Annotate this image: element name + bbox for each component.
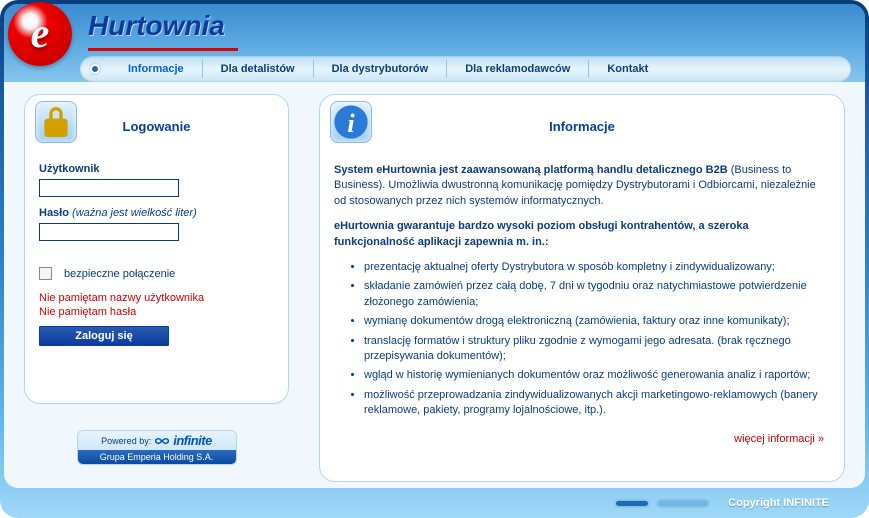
login-button[interactable]: Zaloguj się — [39, 326, 169, 346]
password-label: Hasło (ważna jest wielkość liter) — [39, 207, 274, 219]
logo: e — [8, 2, 72, 66]
info-title: Informacje — [320, 119, 844, 134]
password-label-text: Hasło — [39, 207, 69, 219]
username-label: Użytkownik — [39, 163, 274, 175]
info-panel: i Informacje System eHurtownia jest zaaw… — [319, 94, 845, 482]
info-bullet: składanie zamówień przez całą dobę, 7 dn… — [364, 279, 824, 310]
nav-item-detalistow[interactable]: Dla detalistów — [203, 63, 313, 75]
logo-letter: e — [31, 10, 50, 58]
login-title: Logowanie — [25, 119, 288, 134]
secure-connection-label: bezpieczne połączenie — [64, 268, 175, 280]
password-input[interactable] — [39, 223, 179, 241]
username-input[interactable] — [39, 179, 179, 197]
info-paragraph-2: eHurtownia gwarantuje bardzo wysoki pozi… — [334, 219, 824, 250]
powered-by-brand: infinite — [173, 433, 212, 448]
logo-circle: e — [8, 2, 72, 66]
login-form: Użytkownik Hasło (ważna jest wielkość li… — [39, 163, 274, 346]
info-paragraph-1: System eHurtownia jest zaawansowaną plat… — [334, 163, 824, 209]
nav-item-reklamodawcow[interactable]: Dla reklamodawców — [447, 63, 588, 75]
powered-by-company: Grupa Emperia Holding S.A. — [78, 450, 236, 464]
brand-underline — [88, 48, 238, 51]
nav-item-informacje[interactable]: Informacje — [110, 63, 202, 75]
brand-title: Hurtownia — [88, 10, 225, 42]
info-bullet: wgląd w historię wymienianych dokumentów… — [364, 368, 824, 383]
infinite-icon — [155, 436, 169, 446]
info-bullet: możliwość przeprowadzania zindywidualizo… — [364, 388, 824, 419]
more-info-link[interactable]: więcej informacji » — [334, 432, 824, 447]
powered-by-top: Powered by: infinite — [78, 431, 236, 450]
footer-decoration — [616, 501, 648, 506]
nav-item-dystrybutorow[interactable]: Dla dystrybutorów — [314, 63, 447, 75]
content-area: Logowanie Użytkownik Hasło (ważna jest w… — [24, 94, 845, 476]
forgot-username-link[interactable]: Nie pamiętam nazwy użytkownika — [39, 292, 274, 304]
login-column: Logowanie Użytkownik Hasło (ważna jest w… — [24, 94, 289, 476]
secure-connection-checkbox[interactable] — [39, 267, 52, 280]
powered-by-prefix: Powered by: — [101, 436, 151, 446]
copyright-text: Copyright INFINITE — [728, 497, 829, 509]
content-background: e Hurtownia Informacje Dla detalistów Dl… — [4, 4, 865, 488]
login-panel: Logowanie Użytkownik Hasło (ważna jest w… — [24, 94, 289, 404]
password-hint: (ważna jest wielkość liter) — [72, 207, 197, 219]
app-frame: e Hurtownia Informacje Dla detalistów Dl… — [0, 0, 869, 518]
nav-bar: Informacje Dla detalistów Dla dystrybuto… — [80, 56, 851, 82]
secure-connection-row: bezpieczne połączenie — [39, 267, 274, 280]
nav-item-kontakt[interactable]: Kontakt — [589, 63, 666, 75]
info-bullet: prezentację aktualnej oferty Dystrybutor… — [364, 260, 824, 275]
powered-by-badge[interactable]: Powered by: infinite Grupa Emperia Holdi… — [77, 430, 237, 465]
footer-decoration — [658, 501, 708, 506]
forgot-password-link[interactable]: Nie pamiętam hasła — [39, 306, 274, 318]
nav-indicator-dot — [90, 64, 100, 74]
info-bullet: translację formatów i struktury pliku zg… — [364, 334, 824, 365]
footer: Copyright INFINITE — [0, 488, 869, 518]
info-bullet: wymianę dokumentów drogą elektroniczną (… — [364, 314, 824, 329]
header: e Hurtownia Informacje Dla detalistów Dl… — [4, 4, 865, 82]
info-body: System eHurtownia jest zaawansowaną plat… — [334, 163, 830, 448]
info-bullet-list: prezentację aktualnej oferty Dystrybutor… — [364, 260, 824, 419]
info-p1-bold: System eHurtownia jest zaawansowaną plat… — [334, 164, 728, 176]
